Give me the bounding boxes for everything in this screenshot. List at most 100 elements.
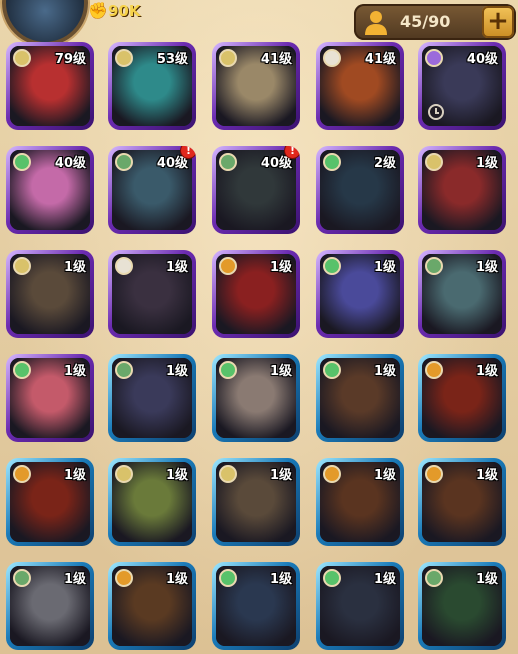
faction-wilder-icon bbox=[13, 361, 31, 379]
hero-level: 1级 bbox=[63, 572, 86, 587]
hero-portrait-frame: 1级 bbox=[216, 566, 296, 646]
add-capacity-button[interactable]: + bbox=[482, 6, 514, 38]
faction-lightbearer-icon bbox=[115, 465, 133, 483]
faction-lightbearer-icon bbox=[13, 49, 31, 67]
hero-card[interactable]: 40级 bbox=[6, 146, 94, 234]
hero-level: 1级 bbox=[63, 260, 86, 275]
hero-level: 79级 bbox=[54, 52, 86, 67]
hero-portrait-frame: 1级 bbox=[422, 566, 502, 646]
faction-lightbearer-icon bbox=[13, 257, 31, 275]
hero-card[interactable]: 1级 bbox=[316, 458, 404, 546]
hero-portrait-frame: 2级 bbox=[320, 150, 400, 230]
faction-wilder-icon bbox=[13, 153, 31, 171]
faction-mauler-icon bbox=[425, 361, 443, 379]
hero-card[interactable]: 1级 bbox=[6, 354, 94, 442]
hero-portrait-frame: 1级 bbox=[422, 150, 502, 230]
hero-portrait-frame: 1级 bbox=[422, 254, 502, 334]
hero-level: 1级 bbox=[373, 572, 396, 587]
hero-portrait-frame: 1级 bbox=[10, 566, 90, 646]
faction-hypogean-icon bbox=[425, 49, 443, 67]
hero-portrait-frame: 1级 bbox=[10, 254, 90, 334]
hero-level: 1级 bbox=[475, 156, 498, 171]
hero-level: 1级 bbox=[475, 468, 498, 483]
hero-card[interactable]: 1级 bbox=[108, 250, 196, 338]
hero-portrait-frame: 1级 bbox=[320, 566, 400, 646]
hero-level: 1级 bbox=[475, 260, 498, 275]
hero-level: 2级 bbox=[373, 156, 396, 171]
power-value: 90K bbox=[108, 2, 141, 20]
hero-level: 40级 bbox=[54, 156, 86, 171]
hero-level: 1级 bbox=[269, 260, 292, 275]
hero-card[interactable]: 2级 bbox=[316, 146, 404, 234]
power-display: ✊ 90K bbox=[88, 2, 141, 21]
faction-wilder-icon bbox=[323, 153, 341, 171]
hero-level: 40级 bbox=[466, 52, 498, 67]
faction-lightbearer-icon bbox=[115, 49, 133, 67]
hero-portrait-frame: 41级 bbox=[216, 46, 296, 126]
faction-wilder-icon bbox=[323, 569, 341, 587]
hero-card[interactable]: 1级 bbox=[108, 458, 196, 546]
hero-portrait-frame: 1级 bbox=[10, 462, 90, 542]
hero-card[interactable]: 1级 bbox=[6, 250, 94, 338]
hero-level: 1级 bbox=[475, 572, 498, 587]
hero-card[interactable]: 1级 bbox=[6, 458, 94, 546]
hero-card[interactable]: 79级 bbox=[6, 42, 94, 130]
hero-level: 1级 bbox=[269, 468, 292, 483]
hero-card[interactable]: 1级 bbox=[316, 354, 404, 442]
hero-level: 1级 bbox=[269, 572, 292, 587]
hero-card[interactable]: 1级 bbox=[418, 146, 506, 234]
hero-level: 53级 bbox=[156, 52, 188, 67]
hero-card[interactable]: 1级 bbox=[316, 250, 404, 338]
hero-portrait-frame: 1级 bbox=[112, 358, 192, 438]
hero-card[interactable]: 1级 bbox=[418, 458, 506, 546]
hero-card[interactable]: 41级 bbox=[316, 42, 404, 130]
hero-portrait-frame: 40级 bbox=[10, 150, 90, 230]
faction-lightbearer-icon bbox=[219, 49, 237, 67]
hero-portrait-frame: 1级 bbox=[216, 254, 296, 334]
hero-card[interactable]: 1级 bbox=[418, 562, 506, 650]
hero-card[interactable]: 1级 bbox=[418, 250, 506, 338]
hero-card[interactable]: 1级 bbox=[6, 562, 94, 650]
faction-mauler-icon bbox=[13, 465, 31, 483]
hero-portrait-frame: 1级 bbox=[422, 358, 502, 438]
hero-portrait-frame: 1级 bbox=[216, 462, 296, 542]
hero-level: 41级 bbox=[260, 52, 292, 67]
faction-lightbearer-icon bbox=[219, 465, 237, 483]
hero-card[interactable]: 1级 bbox=[418, 354, 506, 442]
hero-card[interactable]: 53级 bbox=[108, 42, 196, 130]
hero-portrait-frame: 53级 bbox=[112, 46, 192, 126]
faction-graveborn-icon bbox=[115, 153, 133, 171]
hero-level: 1级 bbox=[165, 364, 188, 379]
user-icon bbox=[365, 11, 387, 35]
hero-portrait-frame: 79级 bbox=[10, 46, 90, 126]
faction-graveborn-icon bbox=[219, 153, 237, 171]
faction-lightbearer-icon bbox=[425, 153, 443, 171]
hero-portrait-frame: 1级 bbox=[422, 462, 502, 542]
hero-card[interactable]: 1级 bbox=[108, 354, 196, 442]
hero-level: 1级 bbox=[373, 468, 396, 483]
hero-card[interactable]: 41级 bbox=[212, 42, 300, 130]
hero-card[interactable]: 1级 bbox=[212, 354, 300, 442]
hero-card[interactable]: 1级 bbox=[212, 562, 300, 650]
hero-portrait-frame: 40级 bbox=[216, 150, 296, 230]
hero-card[interactable]: 1级 bbox=[212, 458, 300, 546]
hero-level: 1级 bbox=[373, 364, 396, 379]
hero-level: 1级 bbox=[165, 572, 188, 587]
faction-mauler-icon bbox=[425, 465, 443, 483]
faction-mauler-icon bbox=[115, 569, 133, 587]
hero-card[interactable]: 40级! bbox=[212, 146, 300, 234]
faction-celestial-icon bbox=[115, 257, 133, 275]
hero-level: 1级 bbox=[165, 260, 188, 275]
hero-card[interactable]: 1级 bbox=[316, 562, 404, 650]
hero-card[interactable]: 1级 bbox=[108, 562, 196, 650]
faction-graveborn-icon bbox=[425, 569, 443, 587]
hero-portrait-frame: 40级 bbox=[112, 150, 192, 230]
hero-card[interactable]: 40级! bbox=[108, 146, 196, 234]
hero-card[interactable]: 40级 bbox=[418, 42, 506, 130]
faction-graveborn-icon bbox=[115, 361, 133, 379]
hero-card[interactable]: 1级 bbox=[212, 250, 300, 338]
faction-wilder-icon bbox=[323, 257, 341, 275]
faction-graveborn-icon bbox=[13, 569, 31, 587]
faction-wilder-icon bbox=[323, 361, 341, 379]
alert-badge-icon: ! bbox=[284, 146, 300, 159]
